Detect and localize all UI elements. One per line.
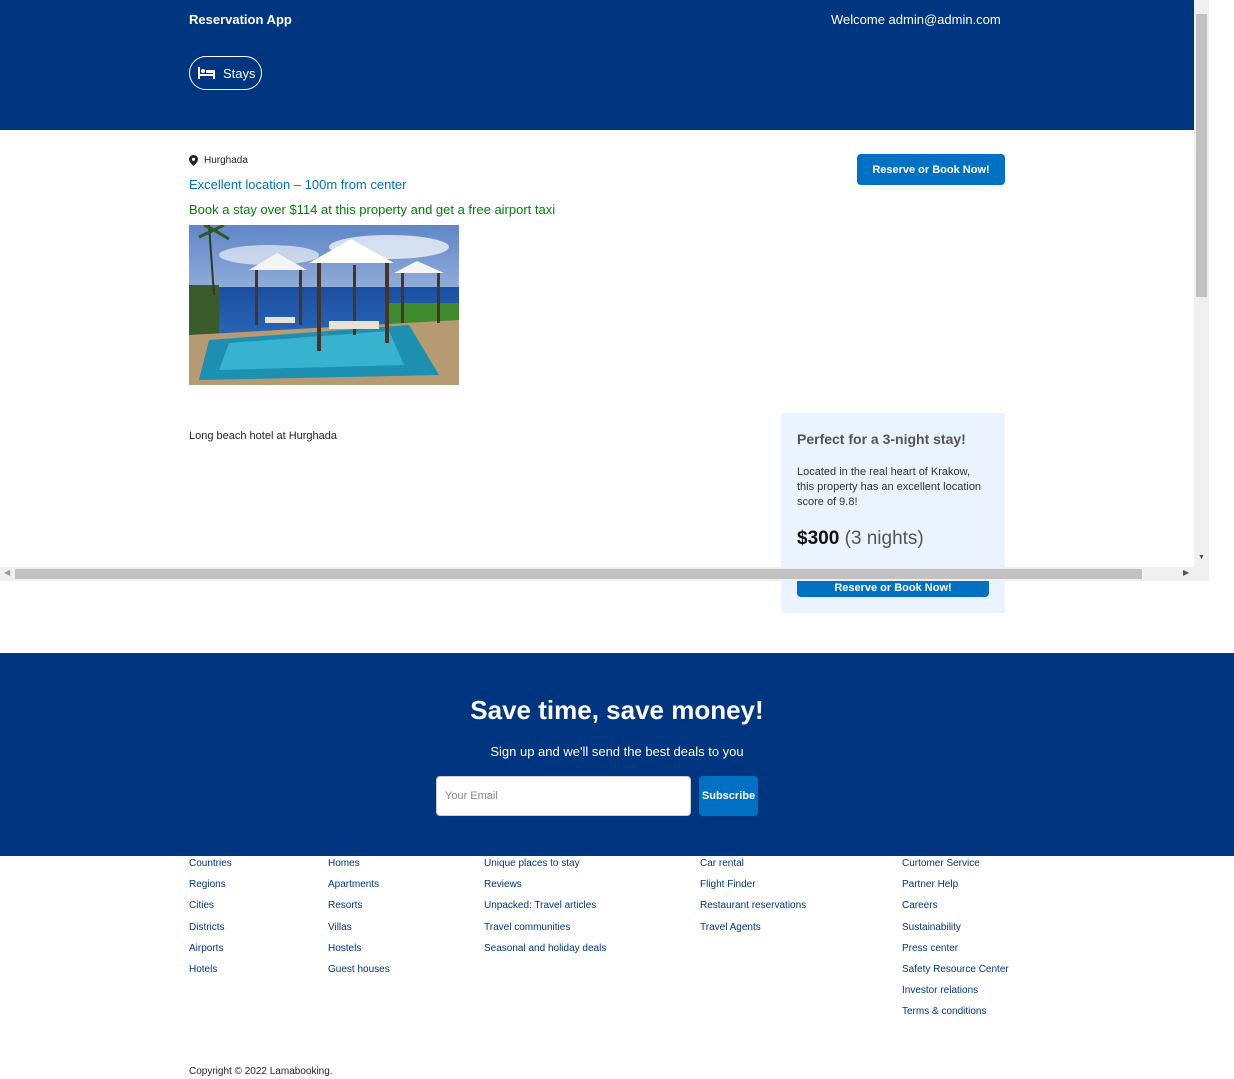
hotel-photo[interactable] — [189, 225, 459, 385]
hotel-offer: Book a stay over $114 at this property a… — [189, 202, 556, 217]
subscribe-button[interactable]: Subscribe — [699, 776, 758, 816]
footer-link[interactable]: Reviews — [484, 878, 606, 899]
footer-link[interactable]: Press center — [902, 942, 1009, 963]
footer-link[interactable]: Countries — [189, 857, 232, 878]
footer-link[interactable]: Regions — [189, 878, 232, 899]
footer-link[interactable]: Unpacked: Travel articles — [484, 899, 606, 920]
footer-link[interactable]: Investor relations — [902, 984, 1009, 1005]
stays-nav-label: Stays — [223, 65, 256, 81]
newsletter-title: Save time, save money! — [470, 695, 764, 725]
hotel-photo-illustration — [189, 225, 459, 385]
newsletter-subtitle: Sign up and we'll send the best deals to… — [490, 744, 744, 759]
price-box-text: Located in the real heart of Krakow, thi… — [797, 466, 982, 508]
footer-link[interactable]: Cities — [189, 899, 232, 920]
footer-link[interactable]: Hostels — [328, 942, 390, 963]
footer-link[interactable]: Car rental — [700, 857, 806, 878]
footer-link[interactable]: Partner Help — [902, 878, 1009, 899]
price-box-reserve-button[interactable]: Reserve or Book Now! — [797, 579, 989, 597]
footer-link[interactable]: Apartments — [328, 878, 390, 899]
footer-link[interactable]: Districts — [189, 921, 232, 942]
price-line: $300 (3 nights) — [797, 528, 989, 550]
bed-icon — [198, 67, 215, 79]
footer-link[interactable]: Guest houses — [328, 963, 390, 984]
hotel-distance: Excellent location – 100m from center — [189, 177, 407, 192]
footer-link[interactable]: Careers — [902, 899, 1009, 920]
footer-link[interactable]: Restaurant reservations — [700, 899, 806, 920]
location-pin-icon — [189, 155, 198, 166]
hotel-description: Long beach hotel at Hurghada — [189, 430, 338, 442]
price-nights: (3 nights) — [844, 528, 924, 549]
welcome-user-text: Welcome admin@admin.com — [831, 12, 1001, 27]
horizontal-scrollbar[interactable]: ◀ ▶ — [0, 567, 1209, 581]
footer-column-company: Curtomer Service Partner Help Careers Su… — [902, 857, 1009, 1027]
footer-link[interactable]: Resorts — [328, 899, 390, 920]
footer-link[interactable]: Safety Resource Center — [902, 963, 1009, 984]
footer-link[interactable]: Travel communities — [484, 921, 606, 942]
scroll-right-icon[interactable]: ▶ — [1183, 568, 1189, 577]
footer-column-destinations: Countries Regions Cities Districts Airpo… — [189, 857, 232, 984]
price-box-title: Perfect for a 3-night stay! — [797, 431, 966, 447]
footer-link[interactable]: Hotels — [189, 963, 232, 984]
footer-link[interactable]: Unique places to stay — [484, 857, 606, 878]
footer-link[interactable]: Seasonal and holiday deals — [484, 942, 606, 963]
footer-link[interactable]: Curtomer Service — [902, 857, 1009, 878]
footer-link[interactable]: Flight Finder — [700, 878, 806, 899]
footer-link[interactable]: Villas — [328, 921, 390, 942]
price-amount: $300 — [797, 528, 840, 549]
horizontal-scrollbar-thumb[interactable] — [15, 569, 1142, 579]
vertical-scrollbar-thumb[interactable] — [1196, 14, 1207, 297]
footer-link[interactable]: Sustainability — [902, 921, 1009, 942]
footer-column-services: Car rental Flight Finder Restaurant rese… — [700, 857, 806, 942]
footer-link[interactable]: Travel Agents — [700, 921, 806, 942]
copyright-text: Copyright © 2022 Lamabooking. — [189, 1066, 333, 1077]
footer-column-inspiration: Unique places to stay Reviews Unpacked: … — [484, 857, 606, 963]
footer-link[interactable]: Terms & conditions — [902, 1005, 1009, 1026]
scroll-left-icon[interactable]: ◀ — [4, 568, 10, 577]
footer-column-property-types: Homes Apartments Resorts Villas Hostels … — [328, 857, 390, 984]
newsletter-email-input[interactable] — [436, 776, 691, 816]
hotel-location-text: Hurghada — [204, 155, 248, 166]
newsletter-section: Save time, save money! Sign up and we'll… — [0, 653, 1234, 856]
vertical-scrollbar[interactable]: ▼ — [1194, 0, 1209, 567]
hotel-location: Hurghada — [189, 155, 248, 166]
top-header: Reservation App Welcome admin@admin.com … — [0, 0, 1194, 130]
price-summary-box: Perfect for a 3-night stay! Located in t… — [781, 413, 1005, 613]
scroll-down-icon[interactable]: ▼ — [1198, 554, 1205, 561]
app-brand[interactable]: Reservation App — [189, 12, 292, 27]
stays-nav-button[interactable]: Stays — [189, 56, 262, 90]
footer-link[interactable]: Homes — [328, 857, 390, 878]
footer-link[interactable]: Airports — [189, 942, 232, 963]
reserve-book-button[interactable]: Reserve or Book Now! — [857, 154, 1005, 185]
